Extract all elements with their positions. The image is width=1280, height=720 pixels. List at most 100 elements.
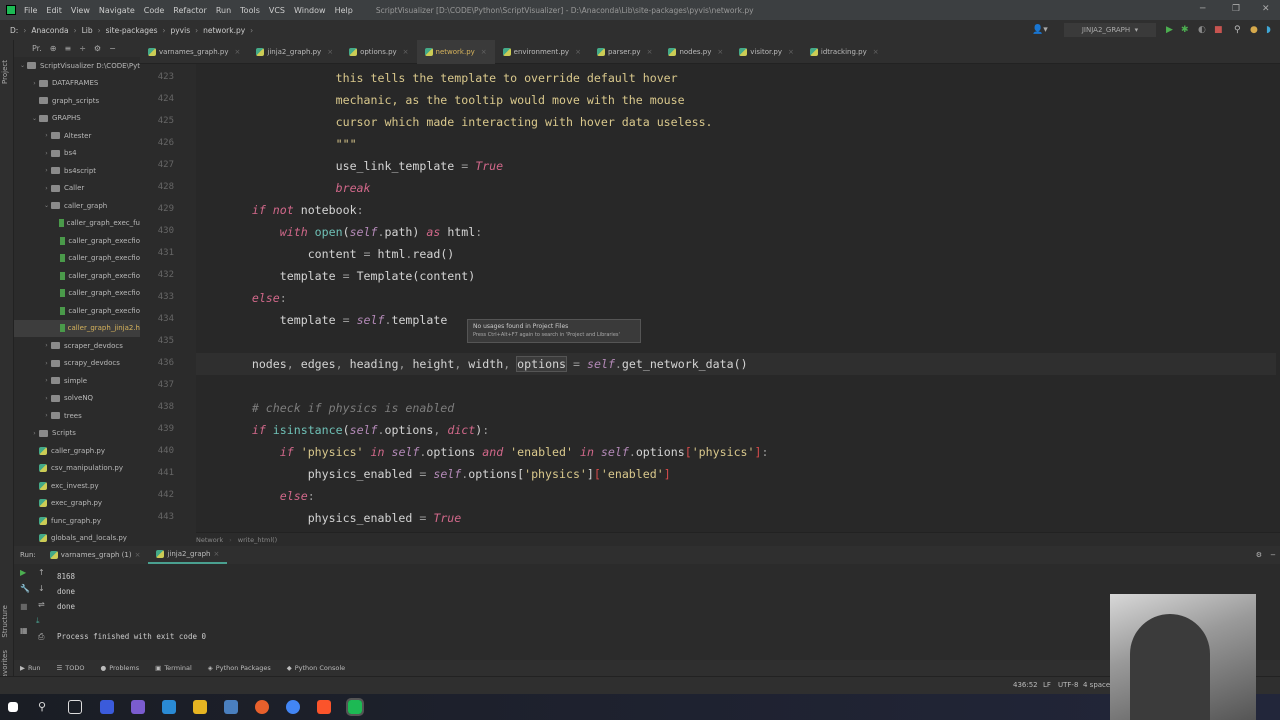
tree-file[interactable]: exc_invest.py [14,477,140,495]
code-line[interactable] [196,331,1276,353]
code-line[interactable]: cursor which made interacting with hover… [196,111,1276,133]
chevron-right-icon[interactable]: › [42,377,51,384]
gear-icon[interactable]: ⚙ [94,44,101,53]
task-view-icon[interactable] [68,700,82,714]
code-line[interactable]: use_link_template = True [196,155,1276,177]
code-line[interactable] [196,375,1276,397]
code-line[interactable]: else: [196,485,1276,507]
code-line[interactable]: if isinstance(self.options, dict): [196,419,1276,441]
chevron-down-icon[interactable]: ⌄ [42,202,51,209]
search-icon[interactable]: ⚲ [38,700,52,714]
code-line[interactable]: template = self.template [196,309,1276,331]
minimize-button[interactable]: ─ [1200,4,1205,14]
breadcrumb-item[interactable]: pyvis [170,26,190,35]
tree-file[interactable]: globals_and_locals.py [14,530,140,546]
tree-file[interactable]: caller_graph_execfio [14,302,140,320]
menu-window[interactable]: Window [294,6,326,15]
tree-file[interactable]: caller_graph_exec_fu [14,215,140,233]
hide-panel-icon[interactable]: − [1270,551,1276,559]
tree-file[interactable]: caller_graph_execfio [14,232,140,250]
tree-file[interactable]: caller_graph_execfio [14,250,140,268]
tab-environment[interactable]: environment.py × [495,40,589,64]
tab-parser[interactable]: parser.py × [589,40,661,64]
code-line[interactable]: mechanic, as the tooltip would move with… [196,89,1276,111]
chevron-right-icon[interactable]: › [42,150,51,157]
menu-view[interactable]: View [71,6,90,15]
tree-folder[interactable]: › DATAFRAMES [14,75,140,93]
tool-tab-problems[interactable]: ● Problems [101,664,140,672]
tool-tab-run[interactable]: ▶ Run [20,664,40,672]
file-explorer-icon[interactable] [193,700,207,714]
tool-tab-python-console[interactable]: ◆ Python Console [287,664,345,672]
rerun-icon[interactable]: ▶ [20,568,26,577]
crumb-method[interactable]: write_html() [238,536,277,544]
tab-nodes[interactable]: nodes.py × [660,40,731,64]
tree-folder[interactable]: ⌄ GRAPHS [14,110,140,128]
tree-file[interactable]: func_graph.py [14,512,140,530]
maximize-button[interactable]: ❐ [1232,4,1240,14]
visual-studio-icon[interactable] [131,700,145,714]
chevron-right-icon[interactable]: › [30,430,39,437]
expand-all-icon[interactable]: ≡ [64,44,71,53]
chevron-right-icon[interactable]: › [30,80,39,87]
search-icon[interactable]: ⚲ [1234,25,1241,35]
tree-folder[interactable]: › Caller [14,180,140,198]
chrome-icon[interactable] [286,700,300,714]
tool-tab-terminal[interactable]: ▣ Terminal [155,664,192,672]
breadcrumb-item[interactable]: Anaconda [31,26,68,35]
menu-code[interactable]: Code [144,6,164,15]
layout-icon[interactable]: ▦ [20,626,28,635]
tree-folder[interactable]: › Scripts [14,425,140,443]
code-line[interactable]: with open(self.path) as html: [196,221,1276,243]
menu-vcs[interactable]: VCS [269,6,285,15]
tree-folder[interactable]: graph_scripts [14,92,140,110]
pycharm-icon[interactable] [346,698,364,716]
run-config-select[interactable]: JINJA2_GRAPH ▾ [1064,23,1156,37]
close-tab-icon[interactable]: × [327,48,333,56]
tree-file[interactable]: caller_graph.py [14,442,140,460]
debug-icon[interactable]: ✱ [1181,25,1189,35]
caret-position[interactable]: 436:52 [1013,681,1038,689]
close-tab-icon[interactable]: × [873,48,879,56]
code-line[interactable]: break [196,177,1276,199]
menu-run[interactable]: Run [216,6,231,15]
update-icon[interactable]: ● [1250,25,1258,35]
menu-navigate[interactable]: Navigate [99,6,135,15]
code-line[interactable]: nodes, edges, heading, height, width, op… [196,353,1276,375]
code-line[interactable]: physics_enabled = True [196,507,1276,529]
windows-start-icon[interactable] [8,702,18,712]
code-line[interactable]: this tells the template to override defa… [196,67,1276,89]
breadcrumb-item[interactable]: Lib [82,26,93,35]
collapse-all-icon[interactable]: ÷ [79,44,86,53]
menu-edit[interactable]: Edit [46,6,62,15]
close-tab-icon[interactable]: × [235,48,241,56]
app-icon[interactable] [100,700,114,714]
menu-file[interactable]: File [24,6,37,15]
brave-icon[interactable] [317,700,331,714]
tree-file[interactable]: caller_graph_execfio [14,267,140,285]
code-editor[interactable]: this tells the template to override defa… [196,64,1280,532]
close-tab-icon[interactable]: × [647,48,653,56]
menu-refactor[interactable]: Refactor [173,6,207,15]
code-line[interactable]: template = Template(content) [196,265,1276,287]
tab-visitor[interactable]: visitor.py × [731,40,802,64]
tree-folder[interactable]: › trees [14,407,140,425]
tree-folder[interactable]: › simple [14,372,140,390]
scroll-to-end-icon[interactable]: ⤓ [36,616,40,626]
chevron-right-icon[interactable]: › [42,185,51,192]
wrench-icon[interactable]: 🔧 [20,584,30,593]
close-tab-icon[interactable]: × [403,48,409,56]
tree-file[interactable]: caller_graph_jinja2.h [14,319,140,337]
file-encoding[interactable]: UTF-8 [1058,681,1078,689]
tool-tab-todo[interactable]: ☰ TODO [56,664,84,672]
menu-help[interactable]: Help [335,6,353,15]
tab-idtracking[interactable]: idtracking.py × [802,40,887,64]
close-tab-icon[interactable]: × [717,48,723,56]
tree-folder[interactable]: ⌄ caller_graph [14,197,140,215]
run-tab[interactable]: jinja2_graph × [148,546,228,564]
breadcrumb-item[interactable]: site-packages [106,26,158,35]
line-separator[interactable]: LF [1043,681,1051,689]
chevron-right-icon[interactable]: › [42,167,51,174]
project-tool-tab[interactable]: Project [1,60,9,84]
plugin-icon[interactable]: ◗ [1266,25,1271,35]
